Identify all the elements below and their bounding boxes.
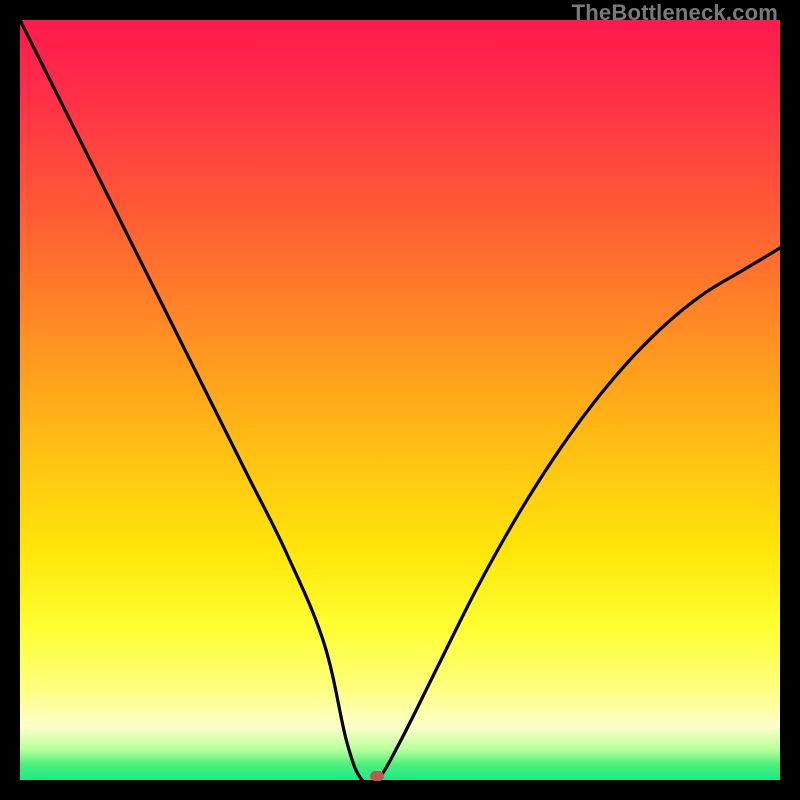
watermark: TheBottleneck.com bbox=[572, 0, 778, 26]
optimal-point-marker bbox=[370, 771, 384, 781]
bottleneck-curve bbox=[20, 20, 780, 780]
chart-frame: TheBottleneck.com bbox=[0, 0, 800, 800]
